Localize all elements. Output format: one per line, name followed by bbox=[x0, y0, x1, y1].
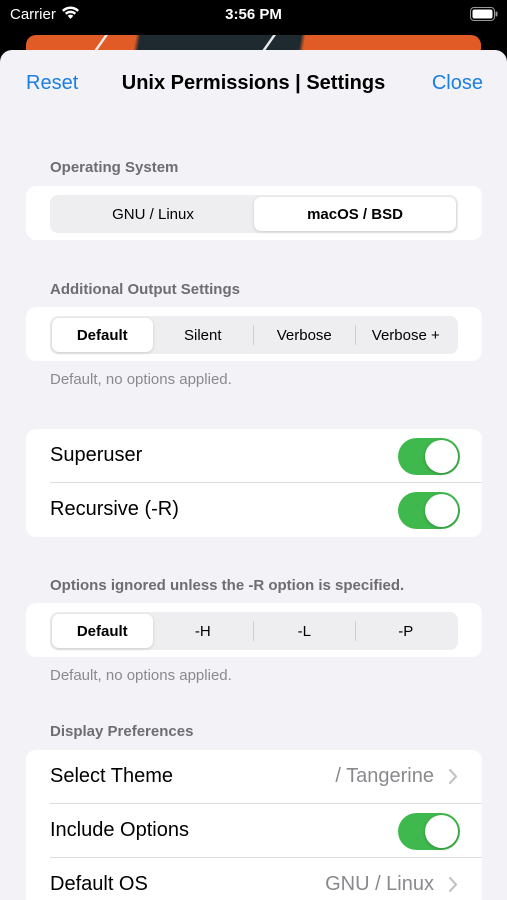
segment-gnu-linux[interactable]: GNU / Linux bbox=[52, 197, 254, 231]
segment-h[interactable]: -H bbox=[153, 614, 254, 648]
chevron-right-icon bbox=[448, 768, 458, 785]
select-theme-value: / Tangerine bbox=[335, 765, 434, 787]
segment-default[interactable]: Default bbox=[52, 614, 153, 648]
toggles-card: Superuser Recursive (-R) bbox=[26, 429, 482, 537]
default-os-label: Default OS bbox=[50, 873, 148, 895]
navigation-bar: Reset Unix Permissions | Settings Close bbox=[0, 50, 507, 118]
toggle-knob bbox=[425, 815, 458, 848]
superuser-toggle[interactable] bbox=[398, 438, 460, 475]
segment-silent[interactable]: Silent bbox=[153, 318, 254, 352]
superuser-row: Superuser bbox=[26, 429, 482, 483]
include-options-label: Include Options bbox=[50, 819, 189, 841]
toggle-knob bbox=[425, 440, 458, 473]
status-time: 3:56 PM bbox=[225, 6, 282, 23]
segment-verbose[interactable]: Verbose bbox=[254, 318, 355, 352]
operating-system-card: GNU / Linux macOS / BSD bbox=[26, 186, 482, 240]
recursive-options-header: Options ignored unless the -R option is … bbox=[50, 577, 405, 594]
include-options-toggle[interactable] bbox=[398, 813, 460, 850]
toggle-knob bbox=[425, 494, 458, 527]
recursive-options-card: Default -H -L -P bbox=[26, 603, 482, 657]
output-settings-card: Default Silent Verbose Verbose + bbox=[26, 307, 482, 361]
segment-verbose-plus[interactable]: Verbose + bbox=[356, 318, 457, 352]
operating-system-segmented-control: GNU / Linux macOS / BSD bbox=[50, 195, 458, 233]
recursive-options-footer: Default, no options applied. bbox=[50, 667, 232, 684]
segment-p[interactable]: -P bbox=[356, 614, 457, 648]
segment-default[interactable]: Default bbox=[52, 318, 153, 352]
recursive-row: Recursive (-R) bbox=[26, 483, 482, 537]
close-button[interactable]: Close bbox=[432, 72, 483, 95]
select-theme-label: Select Theme bbox=[50, 765, 174, 787]
recursive-options-segmented-control: Default -H -L -P bbox=[50, 612, 458, 650]
status-bar: Carrier 3:56 PM bbox=[0, 0, 507, 30]
chevron-right-icon bbox=[448, 876, 458, 893]
segment-macos-bsd[interactable]: macOS / BSD bbox=[254, 197, 456, 231]
superuser-label: Superuser bbox=[50, 444, 143, 466]
output-settings-header: Additional Output Settings bbox=[50, 281, 240, 298]
recursive-label: Recursive (-R) bbox=[50, 498, 179, 520]
output-settings-segmented-control: Default Silent Verbose Verbose + bbox=[50, 316, 458, 354]
recursive-toggle[interactable] bbox=[398, 492, 460, 529]
segment-l[interactable]: -L bbox=[254, 614, 355, 648]
display-preferences-header: Display Preferences bbox=[50, 723, 194, 740]
battery-icon bbox=[470, 7, 498, 21]
include-options-row: Include Options bbox=[26, 804, 482, 858]
display-preferences-card: Select Theme / Tangerine Include Options… bbox=[26, 750, 482, 900]
default-os-value: GNU / Linux bbox=[325, 873, 434, 895]
operating-system-header: Operating System bbox=[50, 159, 179, 176]
settings-sheet: Reset Unix Permissions | Settings Close … bbox=[0, 50, 507, 900]
output-settings-footer: Default, no options applied. bbox=[50, 371, 232, 388]
default-os-row[interactable]: Default OS GNU / Linux bbox=[26, 858, 482, 900]
select-theme-row[interactable]: Select Theme / Tangerine bbox=[26, 750, 482, 804]
